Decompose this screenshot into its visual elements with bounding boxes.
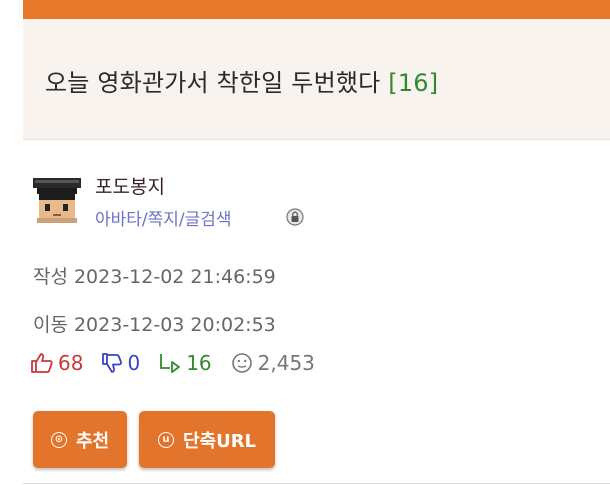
short-url-button[interactable]: u 단축URL bbox=[139, 411, 275, 468]
moved-label: 이동 bbox=[33, 314, 68, 336]
short-url-label: 단축URL bbox=[182, 430, 257, 452]
downvote-stat[interactable]: 0 bbox=[101, 351, 140, 375]
post-stats: 68 0 16 2,453 bbox=[30, 350, 333, 376]
recommend-label: 추천 bbox=[75, 430, 110, 452]
bottom-divider bbox=[23, 483, 610, 484]
recommend-icon: ⊙ bbox=[50, 431, 67, 448]
upvote-stat[interactable]: 68 bbox=[30, 351, 83, 375]
created-value: 2023-12-02 21:46:59 bbox=[73, 266, 276, 288]
lock-icon bbox=[286, 208, 304, 226]
reply-stat[interactable]: 16 bbox=[158, 351, 212, 375]
view-count: 2,453 bbox=[257, 351, 315, 375]
moved-date-row: 이동 2023-12-03 20:02:53 bbox=[33, 310, 276, 337]
author-nickname[interactable]: 포도봉지 bbox=[95, 172, 165, 199]
reply-arrow-icon bbox=[160, 354, 181, 373]
comment-count[interactable]: [16] bbox=[388, 69, 438, 97]
upvote-count: 68 bbox=[58, 351, 84, 375]
author-links[interactable]: 아바타/쪽지/글검색 bbox=[95, 205, 232, 230]
recommend-button[interactable]: ⊙ 추천 bbox=[33, 411, 127, 468]
view-stat: 2,453 bbox=[230, 351, 315, 375]
post-title-text: 오늘 영화관가서 착한일 두번했다 bbox=[45, 69, 381, 97]
moved-value: 2023-12-03 20:02:53 bbox=[73, 314, 276, 336]
downvote-count: 0 bbox=[127, 351, 141, 375]
post-title-box: 오늘 영화관가서 착한일 두번했다 [16] bbox=[23, 19, 610, 140]
smiley-icon bbox=[231, 353, 252, 373]
post-title: 오늘 영화관가서 착한일 두번했다 [16] bbox=[45, 63, 438, 98]
avatar-icon[interactable] bbox=[33, 178, 81, 223]
created-date-row: 작성 2023-12-02 21:46:59 bbox=[33, 262, 276, 289]
thumbs-down-icon bbox=[102, 353, 123, 373]
thumbs-up-icon bbox=[31, 353, 53, 373]
reply-count: 16 bbox=[186, 351, 212, 375]
top-accent-bar bbox=[23, 0, 610, 19]
created-label: 작성 bbox=[33, 266, 68, 288]
short-url-icon: u bbox=[157, 431, 174, 448]
